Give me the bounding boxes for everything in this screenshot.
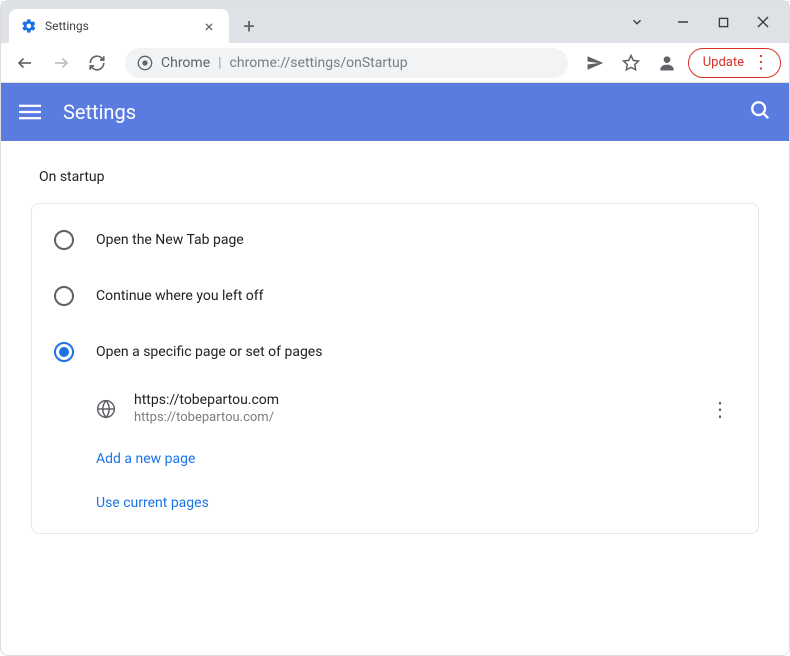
radio-icon[interactable]: [54, 230, 74, 250]
back-button[interactable]: [9, 47, 41, 79]
settings-header: Settings: [1, 83, 789, 141]
startup-card: Open the New Tab page Continue where you…: [31, 203, 759, 534]
page-info: https://tobepartou.com https://tobeparto…: [134, 392, 686, 425]
option-continue[interactable]: Continue where you left off: [32, 268, 758, 324]
radio-icon[interactable]: [54, 342, 74, 362]
addr-separator: |: [218, 55, 221, 71]
radio-icon[interactable]: [54, 286, 74, 306]
kebab-menu-icon[interactable]: ⋮: [752, 54, 770, 72]
option-label: Open a specific page or set of pages: [96, 344, 322, 360]
send-icon[interactable]: [580, 48, 610, 78]
option-label: Continue where you left off: [96, 288, 264, 304]
minimize-button[interactable]: [665, 7, 701, 37]
profile-icon[interactable]: [652, 48, 682, 78]
toolbar-right: Update ⋮: [580, 48, 781, 78]
bookmark-star-icon[interactable]: [616, 48, 646, 78]
section-label: On startup: [39, 169, 765, 185]
address-bar[interactable]: Chrome | chrome://settings/onStartup: [125, 48, 568, 78]
add-page-link[interactable]: Add a new page: [76, 437, 758, 481]
settings-gear-icon: [21, 18, 37, 34]
window-controls: [619, 1, 781, 43]
option-label: Open the New Tab page: [96, 232, 244, 248]
maximize-button[interactable]: [705, 7, 741, 37]
content-area: On startup Open the New Tab page Continu…: [1, 141, 789, 562]
page-entry-url: https://tobepartou.com/: [134, 410, 686, 425]
forward-button[interactable]: [45, 47, 77, 79]
site-info-icon[interactable]: [137, 55, 153, 71]
browser-tab[interactable]: Settings ×: [9, 9, 229, 43]
hamburger-menu-icon[interactable]: [19, 101, 41, 123]
use-current-label: Use current pages: [96, 495, 209, 511]
option-specific-pages[interactable]: Open a specific page or set of pages: [32, 324, 758, 380]
addr-scheme: Chrome: [161, 55, 210, 71]
toolbar: Chrome | chrome://settings/onStartup Upd…: [1, 43, 789, 83]
close-button[interactable]: [745, 7, 781, 37]
search-icon[interactable]: [749, 99, 771, 125]
tab-title: Settings: [45, 19, 193, 33]
globe-icon: [96, 399, 116, 419]
addr-url: chrome://settings/onStartup: [230, 55, 408, 71]
tab-close-icon[interactable]: ×: [201, 17, 217, 36]
reload-button[interactable]: [81, 47, 113, 79]
new-tab-button[interactable]: +: [235, 12, 263, 40]
page-entry-title: https://tobepartou.com: [134, 392, 686, 408]
update-label: Update: [703, 55, 744, 70]
update-button[interactable]: Update ⋮: [688, 48, 781, 78]
row-menu-icon[interactable]: ⋮: [704, 397, 736, 421]
header-title: Settings: [63, 100, 136, 124]
chevron-down-icon[interactable]: [619, 7, 655, 37]
option-new-tab[interactable]: Open the New Tab page: [32, 212, 758, 268]
use-current-link[interactable]: Use current pages: [76, 481, 758, 525]
add-page-label: Add a new page: [96, 451, 195, 467]
startup-page-row: https://tobepartou.com https://tobeparto…: [76, 380, 758, 437]
specific-pages-section: https://tobepartou.com https://tobeparto…: [32, 380, 758, 525]
titlebar: Settings × +: [1, 1, 789, 43]
